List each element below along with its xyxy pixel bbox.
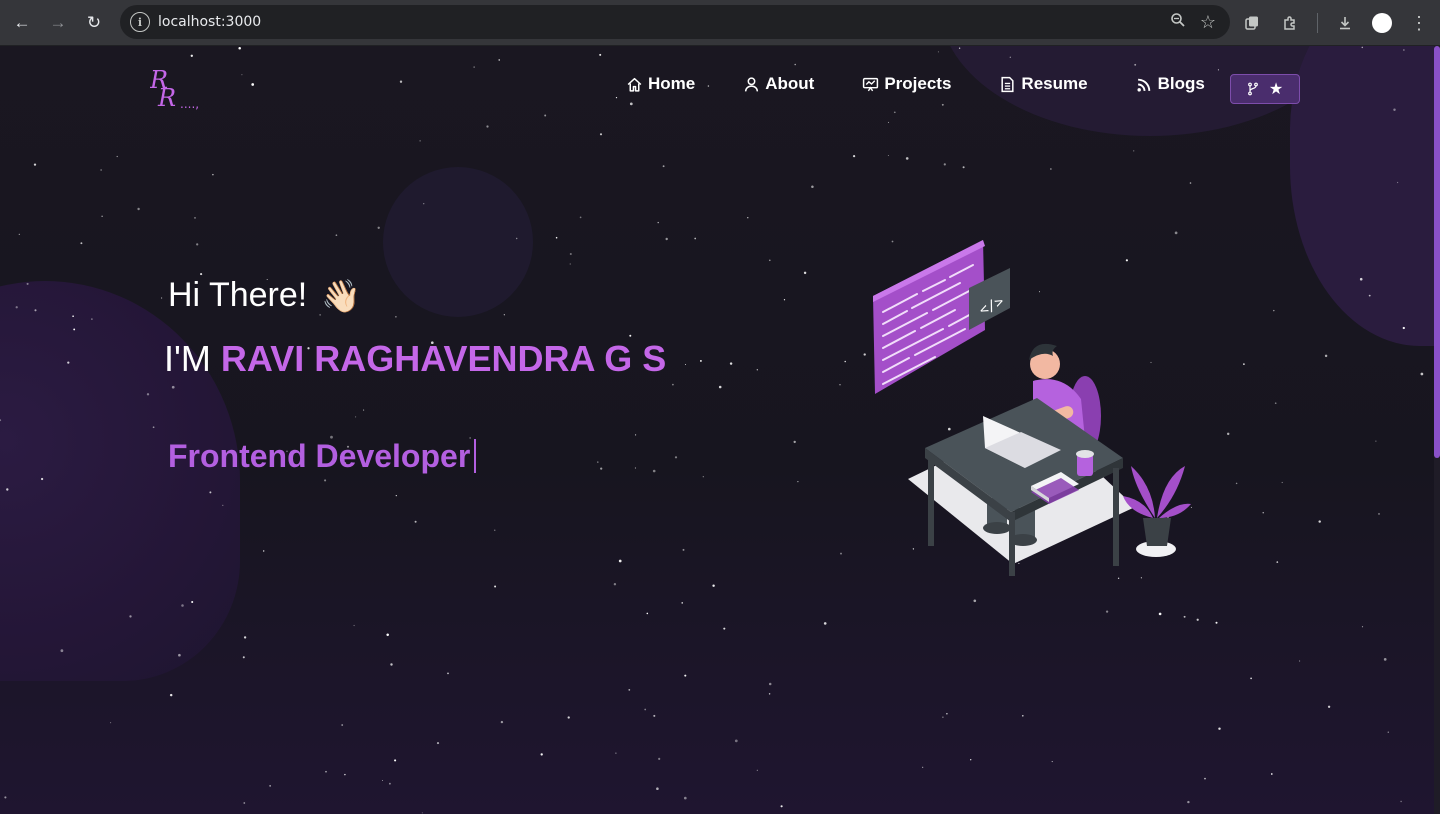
toolbar-divider <box>1317 13 1318 33</box>
star-icon: ★ <box>1268 81 1284 98</box>
address-url[interactable]: localhost:3000 <box>158 14 261 30</box>
svg-text:R: R <box>157 84 176 112</box>
nav-blogs-label: Blogs <box>1157 74 1205 93</box>
nav-blogs[interactable]: Blogs <box>1136 74 1205 94</box>
github-fork-star-button[interactable]: ★ <box>1230 74 1300 104</box>
forward-arrow-icon[interactable]: → <box>44 9 72 37</box>
nav-about[interactable]: About <box>743 74 814 94</box>
nav-resume[interactable]: Resume <box>999 74 1088 94</box>
greeting-text: Hi There! <box>168 276 308 314</box>
hero-name: RAVI RAGHAVENDRA G S <box>220 338 667 379</box>
site-logo[interactable]: R R ...., <box>150 66 210 116</box>
starfield <box>0 46 1424 814</box>
hero-name-line: I'M RAVI RAGHAVENDRA G S <box>164 338 666 380</box>
portfolio-page: R R ...., Home About Projects Resume Blo… <box>0 46 1434 814</box>
extensions-puzzle-icon[interactable] <box>1279 12 1301 34</box>
tab-search-icon[interactable] <box>1241 12 1263 34</box>
presentation-icon <box>863 77 879 91</box>
profile-avatar[interactable] <box>1372 13 1392 33</box>
nav-home[interactable]: Home <box>626 74 695 94</box>
back-arrow-icon[interactable]: ← <box>8 9 36 37</box>
hero-greeting: Hi There! 👋🏻 <box>168 276 361 315</box>
reload-icon[interactable]: ↻ <box>80 9 108 37</box>
document-icon <box>1001 76 1014 92</box>
git-fork-icon <box>1247 82 1258 96</box>
more-menu-icon[interactable]: ⋮ <box>1408 12 1430 34</box>
page-scrollbar[interactable] <box>1434 46 1440 814</box>
download-icon[interactable] <box>1334 12 1356 34</box>
main-navbar: Home About Projects Resume Blogs <box>626 74 1253 94</box>
zoom-icon[interactable] <box>1170 12 1186 33</box>
bookmark-star-icon[interactable]: ☆ <box>1200 12 1216 33</box>
site-info-icon[interactable]: i <box>130 12 150 32</box>
nav-resume-label: Resume <box>1021 74 1088 93</box>
browser-toolbar: ← → ↻ i localhost:3000 ☆ ⋮ <box>0 0 1440 46</box>
scrollbar-thumb[interactable] <box>1434 46 1440 458</box>
user-icon <box>745 76 759 91</box>
developer-at-desk-illustration: </> <box>873 240 1191 576</box>
typing-cursor <box>474 439 477 473</box>
nav-about-label: About <box>765 74 815 93</box>
svg-text:....,: ...., <box>180 97 199 111</box>
nav-projects[interactable]: Projects <box>862 74 951 94</box>
rss-icon <box>1137 78 1150 92</box>
im-prefix: I'M <box>164 338 221 379</box>
nav-home-label: Home <box>648 74 696 93</box>
role-text: Frontend Developer <box>168 438 471 474</box>
waving-hand-icon: 👋🏻 <box>321 277 362 314</box>
hero-role: Frontend Developer <box>168 438 477 475</box>
nav-projects-label: Projects <box>884 74 952 93</box>
address-bar[interactable]: i localhost:3000 ☆ <box>120 5 1230 39</box>
home-icon <box>627 77 642 92</box>
